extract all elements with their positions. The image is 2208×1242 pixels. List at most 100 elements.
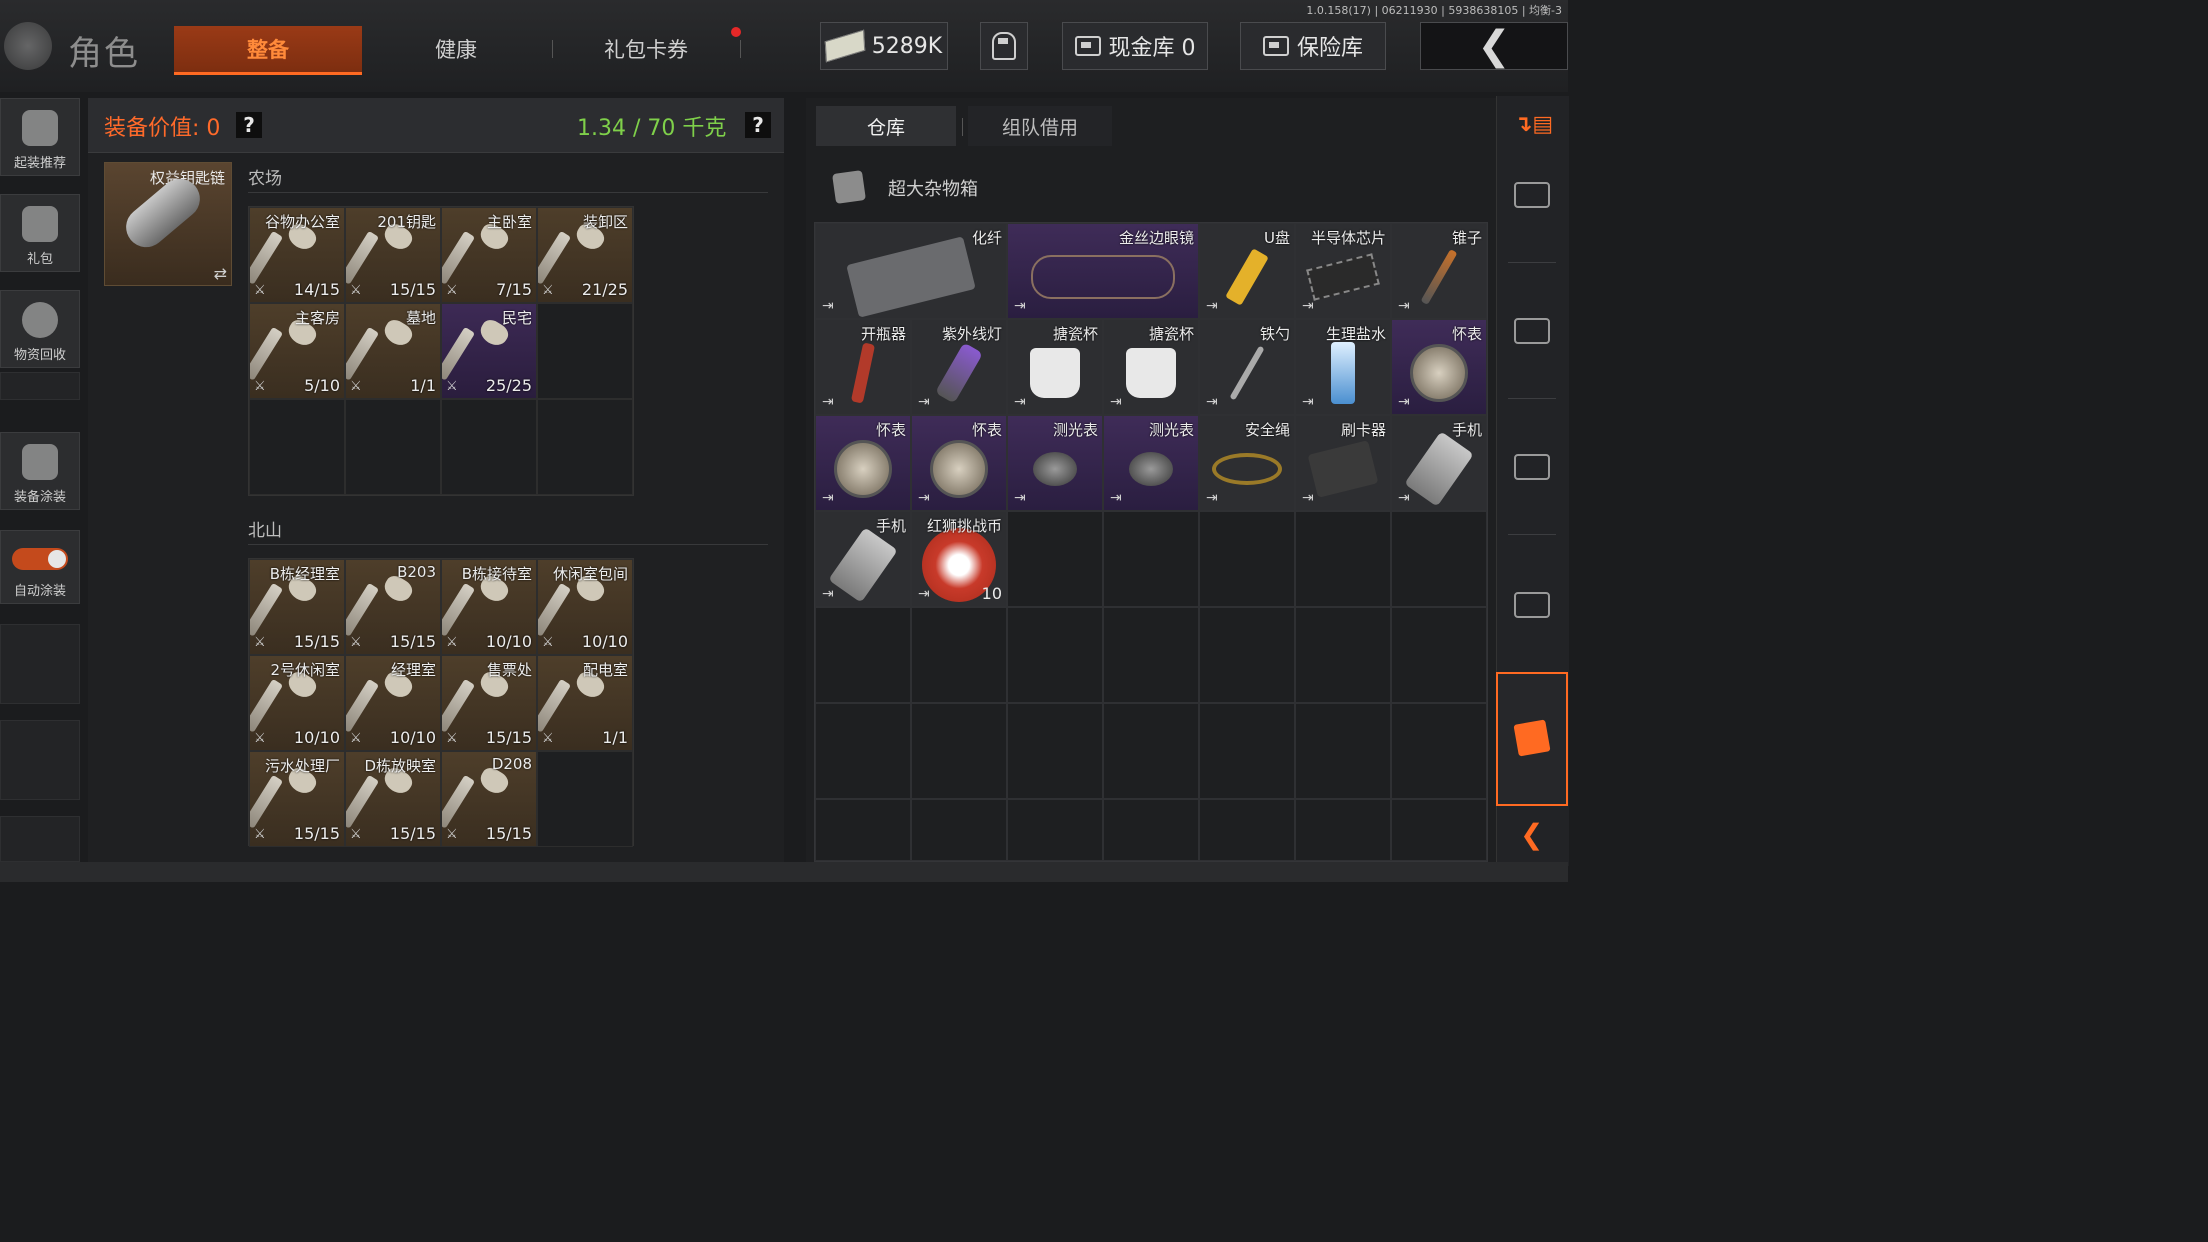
- key-slot[interactable]: 主客房 ⚔ 5/10: [249, 303, 345, 399]
- empty-storage-slot[interactable]: [815, 703, 911, 799]
- weight-help-button[interactable]: ?: [745, 112, 771, 138]
- empty-storage-slot[interactable]: [1103, 799, 1199, 861]
- empty-storage-slot[interactable]: [1391, 703, 1487, 799]
- key-slot[interactable]: B栋接待室 ⚔ 10/10: [441, 559, 537, 655]
- empty-storage-slot[interactable]: [1007, 799, 1103, 861]
- move-out-icon[interactable]: ⇥: [1398, 490, 1410, 506]
- storage-item[interactable]: 开瓶器 ⇥: [815, 319, 911, 415]
- empty-storage-slot[interactable]: [1199, 607, 1295, 703]
- move-out-icon[interactable]: ⇥: [1206, 394, 1218, 410]
- storage-item[interactable]: 怀表 ⇥: [815, 415, 911, 511]
- empty-storage-slot[interactable]: [1103, 703, 1199, 799]
- empty-storage-slot[interactable]: [1391, 607, 1487, 703]
- move-out-icon[interactable]: ⇥: [822, 298, 834, 314]
- storage-item[interactable]: 生理盐水 ⇥: [1295, 319, 1391, 415]
- move-out-icon[interactable]: ⇥: [1302, 298, 1314, 314]
- recycle-button[interactable]: 物资回收: [0, 290, 80, 368]
- move-out-icon[interactable]: ⇥: [1398, 394, 1410, 410]
- key-slot[interactable]: 民宅 ⚔ 25/25: [441, 303, 537, 399]
- empty-key-slot[interactable]: [441, 399, 537, 495]
- value-help-button[interactable]: ?: [236, 112, 262, 138]
- tab-equip[interactable]: 整备: [174, 26, 362, 75]
- key-slot[interactable]: 主卧室 ⚔ 7/15: [441, 207, 537, 303]
- move-out-icon[interactable]: ⇥: [822, 394, 834, 410]
- key-slot[interactable]: 装卸区 ⚔ 21/25: [537, 207, 633, 303]
- tab-gift-coupons[interactable]: 礼包卡券: [552, 26, 740, 72]
- storage-item[interactable]: 安全绳 ⇥: [1199, 415, 1295, 511]
- container-icon[interactable]: [1514, 592, 1550, 618]
- trader-button[interactable]: [980, 22, 1028, 70]
- toggle-switch[interactable]: [12, 548, 68, 570]
- swap-icon[interactable]: ⇄: [214, 264, 227, 283]
- storage-item[interactable]: 测光表 ⇥: [1007, 415, 1103, 511]
- empty-storage-slot[interactable]: [1295, 703, 1391, 799]
- key-slot[interactable]: 经理室 ⚔ 10/10: [345, 655, 441, 751]
- empty-storage-slot[interactable]: [911, 703, 1007, 799]
- empty-storage-slot[interactable]: [911, 607, 1007, 703]
- empty-key-slot[interactable]: [249, 399, 345, 495]
- empty-storage-slot[interactable]: [1199, 511, 1295, 607]
- storage-item[interactable]: 紫外线灯 ⇥: [911, 319, 1007, 415]
- storage-item[interactable]: 怀表 ⇥: [911, 415, 1007, 511]
- empty-storage-slot[interactable]: [911, 799, 1007, 861]
- move-out-icon[interactable]: ⇥: [1110, 394, 1122, 410]
- empty-storage-slot[interactable]: [1007, 511, 1103, 607]
- storage-item[interactable]: 搪瓷杯 ⇥: [1007, 319, 1103, 415]
- key-slot[interactable]: 201钥匙 ⚔ 15/15: [345, 207, 441, 303]
- empty-storage-slot[interactable]: [1007, 607, 1103, 703]
- safe-box-button[interactable]: 保险库: [1240, 22, 1386, 70]
- auto-paint-toggle[interactable]: 自动涂装: [0, 530, 80, 604]
- empty-storage-slot[interactable]: [1391, 799, 1487, 861]
- back-button[interactable]: ❮: [1420, 22, 1568, 70]
- move-out-icon[interactable]: ⇥: [1014, 394, 1026, 410]
- equip-paint-button[interactable]: 装备涂装: [0, 432, 80, 510]
- key-slot[interactable]: 谷物办公室 ⚔ 14/15: [249, 207, 345, 303]
- container-icon[interactable]: [1514, 318, 1550, 344]
- storage-item[interactable]: 化纤 ⇥: [815, 223, 1007, 319]
- tab-warehouse[interactable]: 仓库: [816, 106, 956, 146]
- empty-storage-slot[interactable]: [1295, 607, 1391, 703]
- empty-key-slot[interactable]: [345, 399, 441, 495]
- cash-display[interactable]: 5289K: [820, 22, 948, 70]
- move-out-icon[interactable]: ⇥: [1014, 298, 1026, 314]
- empty-storage-slot[interactable]: [1199, 703, 1295, 799]
- tab-team-borrow[interactable]: 组队借用: [968, 106, 1112, 146]
- empty-storage-slot[interactable]: [815, 607, 911, 703]
- move-out-icon[interactable]: ⇥: [918, 394, 930, 410]
- gift-button[interactable]: 礼包: [0, 194, 80, 272]
- empty-storage-slot[interactable]: [1295, 511, 1391, 607]
- key-slot[interactable]: 休闲室包间 ⚔ 10/10: [537, 559, 633, 655]
- empty-storage-slot[interactable]: [815, 799, 911, 861]
- collapse-arrow-icon[interactable]: ❮: [1520, 818, 1543, 851]
- empty-storage-slot[interactable]: [1199, 799, 1295, 861]
- move-out-icon[interactable]: ⇥: [918, 586, 930, 602]
- move-out-icon[interactable]: ⇥: [1206, 490, 1218, 506]
- key-slot[interactable]: B栋经理室 ⚔ 15/15: [249, 559, 345, 655]
- move-out-icon[interactable]: ⇥: [918, 490, 930, 506]
- empty-key-slot[interactable]: [537, 303, 633, 399]
- key-slot[interactable]: B203 ⚔ 15/15: [345, 559, 441, 655]
- move-out-icon[interactable]: ⇥: [1206, 298, 1218, 314]
- storage-item[interactable]: 手机 ⇥: [815, 511, 911, 607]
- active-container-tab[interactable]: [1496, 672, 1568, 806]
- empty-storage-slot[interactable]: [1295, 799, 1391, 861]
- storage-item[interactable]: 铁勺 ⇥: [1199, 319, 1295, 415]
- key-slot[interactable]: D208 ⚔ 15/15: [441, 751, 537, 847]
- storage-item[interactable]: 搪瓷杯 ⇥: [1103, 319, 1199, 415]
- move-out-icon[interactable]: ⇥: [1302, 394, 1314, 410]
- move-out-icon[interactable]: ⇥: [1014, 490, 1026, 506]
- move-out-icon[interactable]: ⇥: [1302, 490, 1314, 506]
- storage-item[interactable]: 刷卡器 ⇥: [1295, 415, 1391, 511]
- storage-item[interactable]: 锥子 ⇥: [1391, 223, 1487, 319]
- empty-key-slot[interactable]: [537, 751, 633, 847]
- empty-storage-slot[interactable]: [1103, 511, 1199, 607]
- move-out-icon[interactable]: ⇥: [1398, 298, 1410, 314]
- key-slot[interactable]: 污水处理厂 ⚔ 15/15: [249, 751, 345, 847]
- container-icon[interactable]: [1514, 182, 1550, 208]
- tab-health[interactable]: 健康: [362, 26, 550, 72]
- storage-item[interactable]: 手机 ⇥: [1391, 415, 1487, 511]
- move-out-icon[interactable]: ⇥: [822, 586, 834, 602]
- storage-item[interactable]: U盘 ⇥: [1199, 223, 1295, 319]
- empty-key-slot[interactable]: [537, 399, 633, 495]
- storage-item[interactable]: 怀表 ⇥: [1391, 319, 1487, 415]
